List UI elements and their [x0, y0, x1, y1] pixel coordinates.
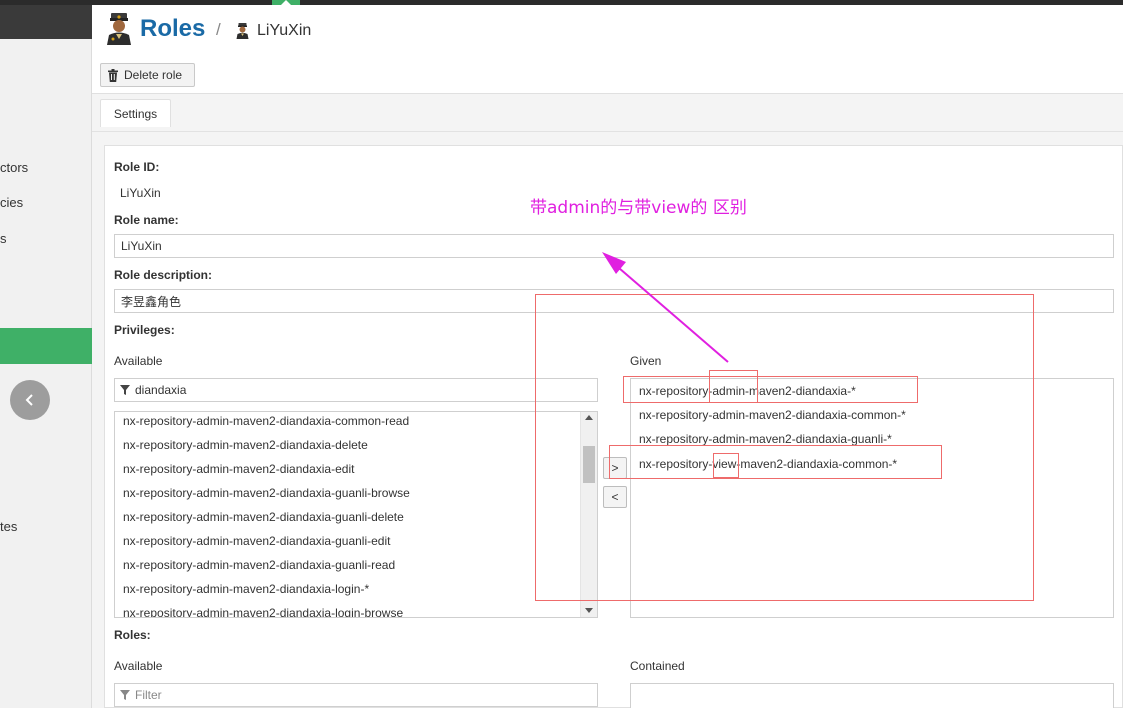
privileges-filter-input[interactable]: diandaxia	[114, 378, 598, 402]
annotation-admin-word-box	[709, 370, 758, 403]
annotation-note: 带admin的与带view的 区别	[530, 198, 747, 218]
privileges-filter-value: diandaxia	[135, 383, 187, 397]
app-root: ctors cies s tes Roles / LiYuXin Delete …	[0, 0, 1123, 708]
breadcrumb-role-name: LiYuXin	[257, 22, 312, 39]
list-item[interactable]: nx-repository-admin-maven2-diandaxia-gua…	[123, 510, 404, 524]
sidebar: ctors cies s tes	[0, 5, 92, 708]
list-item[interactable]: nx-repository-admin-maven2-diandaxia-com…	[123, 414, 409, 428]
roles-label: Roles:	[114, 628, 151, 642]
roles-available-label: Available	[114, 659, 163, 673]
roles-filter-placeholder: Filter	[135, 688, 162, 702]
list-item[interactable]: nx-repository-admin-maven2-diandaxia-edi…	[123, 462, 354, 476]
role-id-label: Role ID:	[114, 160, 160, 174]
trash-icon	[108, 68, 118, 82]
annotation-view-word-box	[713, 453, 739, 478]
annotation-given-item-1-box	[623, 376, 918, 403]
collapse-sidebar-button[interactable]	[10, 380, 50, 420]
role-officer-icon	[107, 13, 131, 45]
toolbar	[92, 57, 1123, 94]
privileges-available-label: Available	[114, 354, 163, 368]
sidebar-item-active-roles[interactable]	[0, 328, 92, 364]
breadcrumb-separator: /	[216, 20, 221, 39]
sidebar-item-tes[interactable]: tes	[0, 519, 17, 534]
privileges-available-list[interactable]: nx-repository-admin-maven2-diandaxia-com…	[114, 411, 598, 618]
annotation-arrow-icon	[602, 252, 729, 363]
roles-filter-input[interactable]: Filter	[114, 683, 598, 707]
delete-role-label: Delete role	[124, 68, 183, 82]
annotation-given-item-4-box	[609, 445, 942, 479]
sidebar-item-connectors[interactable]: ctors	[0, 160, 28, 175]
tabs-bar	[92, 94, 1123, 132]
chevron-left-icon	[25, 394, 33, 406]
role-id-value: LiYuXin	[120, 186, 161, 200]
tab-settings[interactable]: Settings	[100, 99, 171, 127]
sidebar-item-s[interactable]: s	[0, 231, 7, 246]
filter-icon	[120, 385, 130, 395]
list-item[interactable]: nx-repository-admin-maven2-diandaxia-gua…	[123, 534, 390, 548]
sidebar-item-policies[interactable]: cies	[0, 195, 23, 210]
roles-contained-label: Contained	[630, 659, 685, 673]
list-item[interactable]: nx-repository-admin-maven2-diandaxia-log…	[123, 606, 403, 617]
role-name-label: Role name:	[114, 213, 179, 227]
list-item[interactable]: nx-repository-admin-maven2-diandaxia-gua…	[123, 486, 410, 500]
filter-icon	[120, 690, 130, 700]
role-officer-small-icon	[236, 23, 249, 39]
list-item[interactable]: nx-repository-admin-maven2-diandaxia-del…	[123, 438, 368, 452]
sidebar-header	[0, 5, 92, 39]
list-item[interactable]: nx-repository-admin-maven2-diandaxia-log…	[123, 582, 369, 596]
role-description-label: Role description:	[114, 268, 213, 282]
page-title: Roles	[140, 15, 206, 42]
scroll-down-arrow-icon[interactable]	[585, 608, 593, 613]
list-item[interactable]: nx-repository-admin-maven2-diandaxia-gua…	[123, 558, 395, 572]
privileges-label: Privileges:	[114, 323, 175, 337]
roles-contained-list[interactable]	[630, 683, 1114, 708]
delete-role-button[interactable]: Delete role	[100, 63, 195, 87]
